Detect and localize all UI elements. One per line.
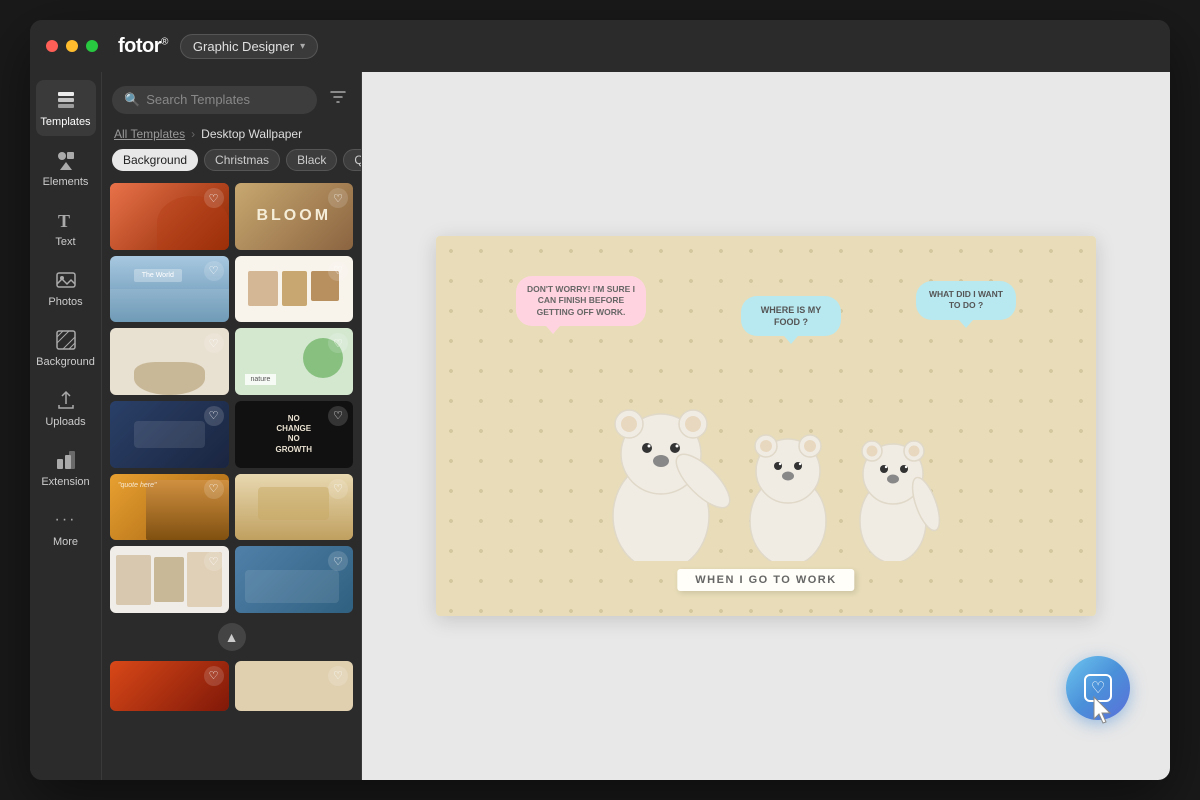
bear-mid (736, 416, 841, 561)
filter-button[interactable] (325, 84, 351, 115)
canvas-area: DON'T WORRY! I'M SURE I CAN FINISH BEFOR… (362, 72, 1170, 780)
photos-icon (54, 268, 78, 292)
template-heart-icon[interactable]: ♡ (328, 479, 348, 499)
speech-bubbles-area: DON'T WORRY! I'M SURE I CAN FINISH BEFOR… (516, 276, 1016, 396)
filter-tag-background[interactable]: Background (112, 149, 198, 171)
more-icon: ··· (54, 508, 78, 532)
template-card[interactable]: "quote here" ♡ (110, 474, 229, 541)
app-window: fotor® Graphic Designer ▾ Templates (30, 20, 1170, 780)
template-heart-icon[interactable]: ♡ (328, 666, 348, 686)
template-heart-icon[interactable]: ♡ (328, 188, 348, 208)
uploads-icon (54, 388, 78, 412)
close-button[interactable] (46, 40, 58, 52)
sidebar-item-label: Background (36, 356, 95, 368)
titlebar: fotor® Graphic Designer ▾ (30, 20, 1170, 72)
search-bar: 🔍 (102, 72, 361, 123)
heart-icon (1084, 674, 1112, 702)
bubble-tail (959, 320, 973, 328)
template-card[interactable]: BLOOM ♡ (235, 183, 354, 250)
template-heart-icon[interactable]: ♡ (204, 188, 224, 208)
layers-icon (54, 88, 78, 112)
templates-panel: 🔍 All Templates › Desktop Wallpaper Bac (102, 72, 362, 780)
bottom-banner: WHEN I GO TO WORK (677, 569, 854, 591)
template-heart-icon[interactable]: ♡ (204, 261, 224, 281)
scroll-up-button[interactable]: ▲ (218, 623, 246, 651)
template-card[interactable]: ♡ (110, 328, 229, 395)
speech-bubble-right: WHAT DID I WANT TO DO ? (916, 281, 1016, 320)
sidebar-item-label: Text (55, 236, 75, 248)
bear-big (591, 386, 731, 561)
svg-text:T: T (58, 211, 70, 231)
search-input-wrap: 🔍 (112, 86, 317, 114)
sidebar-item-background[interactable]: Background (36, 320, 96, 376)
template-heart-icon[interactable]: ♡ (204, 551, 224, 571)
template-card[interactable]: ♡ (110, 546, 229, 613)
filter-tag-christmas[interactable]: Christmas (204, 149, 280, 171)
bears-group (591, 386, 941, 561)
template-card[interactable]: NOCHANGENOGROWTH ♡ (235, 401, 354, 468)
sidebar-item-extension[interactable]: Extension (36, 440, 96, 496)
traffic-lights (46, 40, 98, 52)
text-icon: T (54, 208, 78, 232)
template-card[interactable]: nature ♡ (235, 328, 354, 395)
search-input[interactable] (146, 92, 305, 107)
canvas-frame: DON'T WORRY! I'M SURE I CAN FINISH BEFOR… (436, 236, 1096, 616)
speech-bubble-center: WHERE IS MY FOOD ? (741, 296, 841, 336)
bubble-tail (784, 336, 798, 344)
favorites-fab-button[interactable] (1066, 656, 1130, 720)
template-card[interactable]: ♡ (110, 183, 229, 250)
template-heart-icon[interactable]: ♡ (204, 406, 224, 426)
breadcrumb: All Templates › Desktop Wallpaper (102, 123, 361, 149)
template-grid: ♡ BLOOM ♡ The World ♡ (102, 179, 361, 780)
template-heart-icon[interactable]: ♡ (328, 406, 348, 426)
sidebar: Templates Elements T Te (30, 72, 102, 780)
sidebar-item-more[interactable]: ··· More (36, 500, 96, 556)
template-heart-icon[interactable]: ♡ (204, 666, 224, 686)
sidebar-item-label: Extension (41, 476, 89, 488)
background-icon (54, 328, 78, 352)
extension-icon (54, 448, 78, 472)
template-card[interactable]: ♡ (235, 256, 354, 323)
minimize-button[interactable] (66, 40, 78, 52)
search-icon: 🔍 (124, 92, 140, 108)
maximize-button[interactable] (86, 40, 98, 52)
template-card[interactable]: ♡ (235, 661, 354, 711)
template-heart-icon[interactable]: ♡ (204, 479, 224, 499)
breadcrumb-root[interactable]: All Templates (114, 127, 185, 141)
sidebar-item-label: Elements (43, 176, 89, 188)
sidebar-item-uploads[interactable]: Uploads (36, 380, 96, 436)
template-card[interactable]: ♡ (110, 401, 229, 468)
elements-icon (54, 148, 78, 172)
app-logo: fotor® (118, 35, 168, 58)
template-heart-icon[interactable]: ♡ (328, 261, 348, 281)
sidebar-item-text[interactable]: T Text (36, 200, 96, 256)
chevron-down-icon: ▾ (300, 41, 305, 52)
sidebar-item-elements[interactable]: Elements (36, 140, 96, 196)
template-card[interactable]: ♡ (235, 474, 354, 541)
filter-tag-quote[interactable]: Quote› (343, 149, 361, 171)
template-card[interactable]: ♡ (235, 546, 354, 613)
speech-bubble-left: DON'T WORRY! I'M SURE I CAN FINISH BEFOR… (516, 276, 646, 326)
sidebar-item-label: Uploads (45, 416, 85, 428)
sidebar-item-label: More (53, 536, 78, 548)
sidebar-item-templates[interactable]: Templates (36, 80, 96, 136)
designer-mode-selector[interactable]: Graphic Designer ▾ (180, 34, 318, 59)
logo-area: fotor® Graphic Designer ▾ (118, 34, 318, 59)
template-heart-icon[interactable]: ♡ (204, 333, 224, 353)
breadcrumb-separator: › (191, 127, 195, 141)
sidebar-item-label: Photos (48, 296, 82, 308)
scene-content: DON'T WORRY! I'M SURE I CAN FINISH BEFOR… (436, 236, 1096, 616)
scroll-area: ▲ (110, 619, 353, 655)
bubble-tail (546, 326, 560, 334)
main-area: Templates Elements T Te (30, 72, 1170, 780)
template-card[interactable]: ♡ (110, 661, 229, 711)
breadcrumb-current: Desktop Wallpaper (201, 127, 302, 141)
template-card[interactable]: The World ♡ (110, 256, 229, 323)
sidebar-item-photos[interactable]: Photos (36, 260, 96, 316)
filter-tags: Background Christmas Black Quote› (102, 149, 361, 179)
sidebar-item-label: Templates (40, 116, 90, 128)
filter-tag-black[interactable]: Black (286, 149, 337, 171)
bear-small (846, 426, 941, 561)
